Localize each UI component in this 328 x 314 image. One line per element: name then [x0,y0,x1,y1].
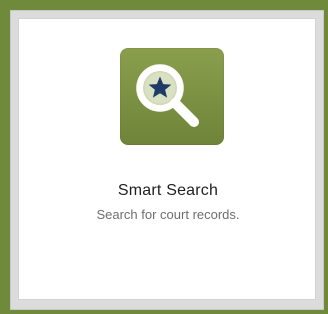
magnifier-star-icon [136,64,199,127]
smart-search-icon-tile [120,48,224,145]
card-subtitle: Search for court records. [96,207,240,222]
smart-search-card[interactable]: Smart Search Search for court records. [18,18,316,300]
card-title: Smart Search [117,182,219,199]
